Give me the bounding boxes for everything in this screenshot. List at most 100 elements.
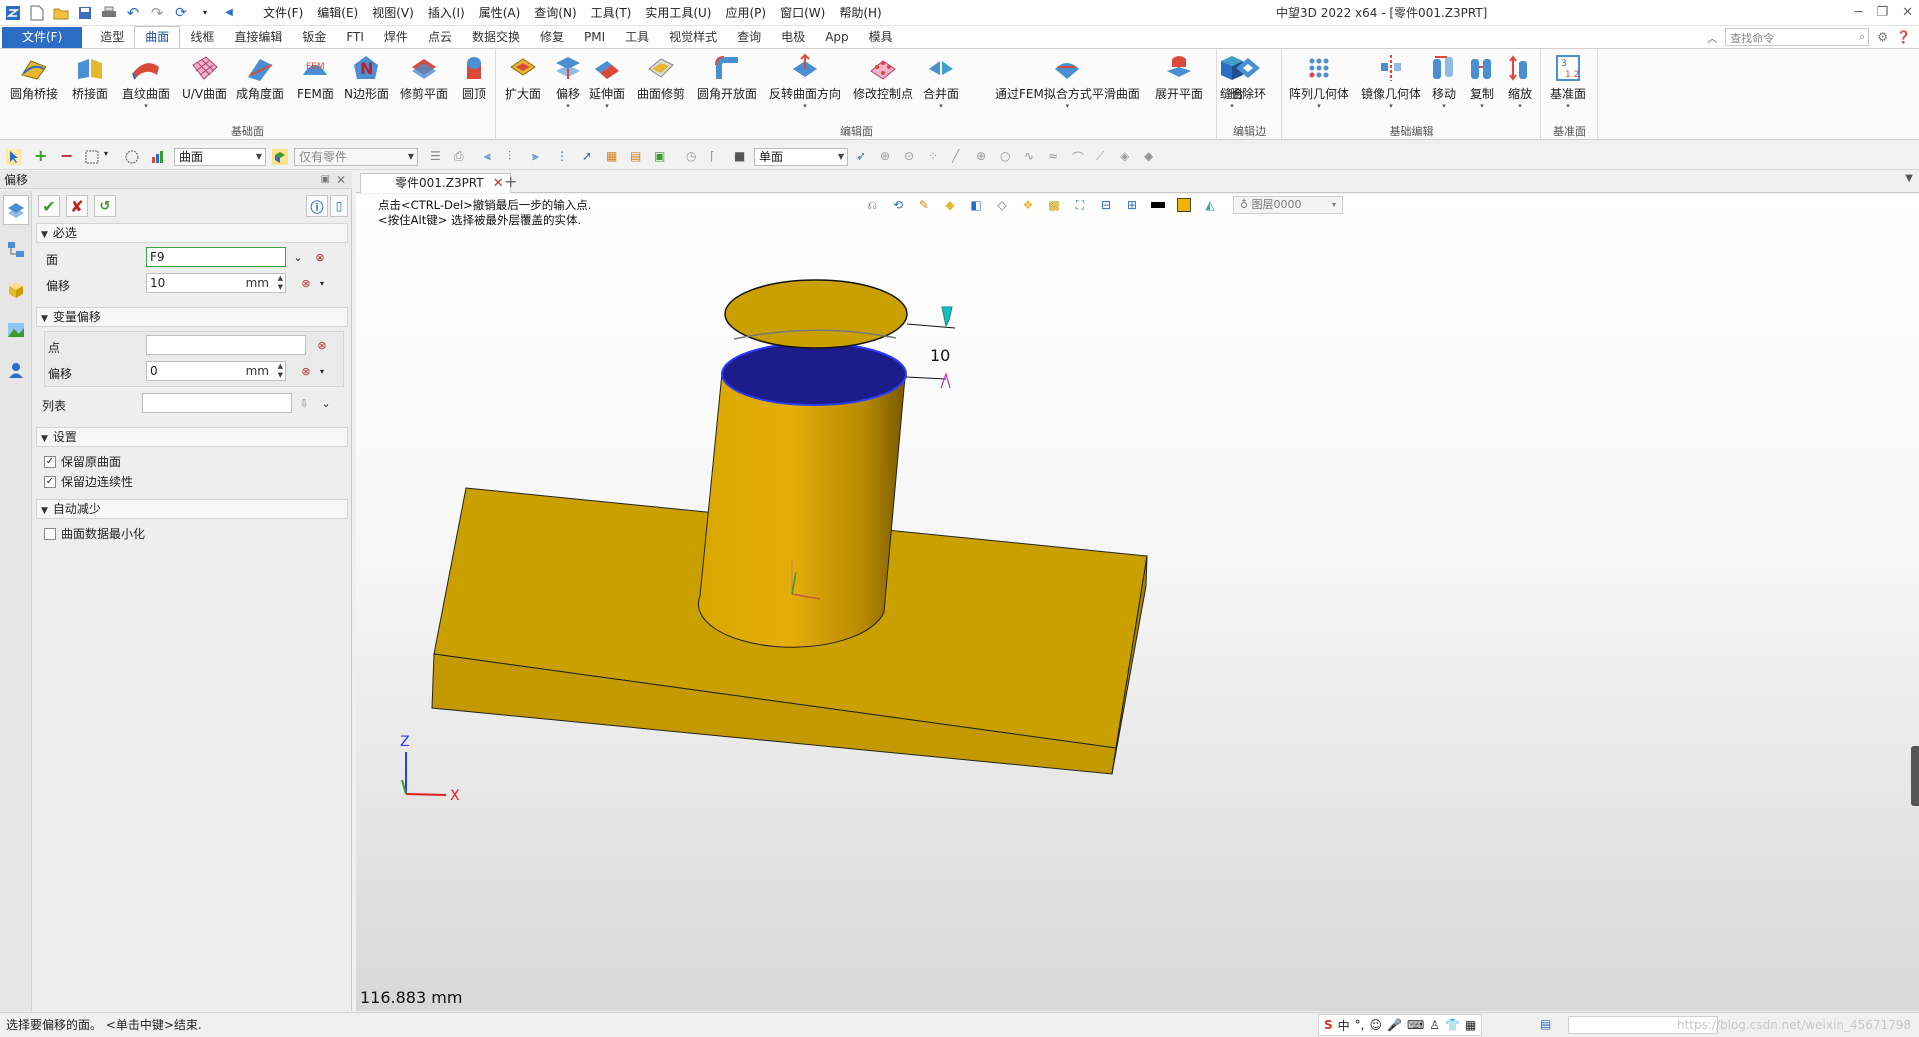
tab-tools[interactable]: 工具 — [615, 27, 659, 48]
tab-pmi[interactable]: PMI — [574, 27, 615, 48]
table-icon[interactable]: ▦ — [606, 149, 622, 165]
tab-visual-style[interactable]: 视觉样式 — [659, 27, 727, 48]
tab-sheet-metal[interactable]: 钣金 — [292, 27, 336, 48]
sogou-logo-icon[interactable]: S — [1324, 1018, 1333, 1032]
distribute-icon[interactable]: ⋮ — [556, 149, 572, 165]
move-button[interactable]: 移动 ▾ — [1429, 53, 1459, 110]
menu-edit[interactable]: 编辑(E) — [310, 0, 365, 26]
menu-view[interactable]: 视图(V) — [365, 0, 421, 26]
point-cloud-icon[interactable]: ⁘ — [928, 149, 944, 165]
offset-options-dropdown-icon[interactable]: ▾ — [314, 275, 330, 291]
panel-close-icon[interactable]: ✕ — [336, 171, 346, 189]
trim-surface-button[interactable]: 曲面修剪 — [637, 53, 685, 102]
close-window-icon[interactable]: ✕ — [1902, 0, 1913, 26]
diagonal-icon[interactable]: ⟋ — [1096, 149, 1112, 165]
new-file-icon[interactable] — [28, 4, 46, 22]
spline-icon[interactable]: ∿ — [1024, 149, 1040, 165]
tab-electrode[interactable]: 电极 — [771, 27, 815, 48]
grid-menu-icon[interactable]: ▦ — [1465, 1018, 1476, 1032]
cursor-icon[interactable]: ➶ — [856, 149, 872, 165]
line-icon[interactable]: ╱ — [952, 149, 968, 165]
face-input[interactable]: F9 — [146, 247, 286, 267]
3d-viewport[interactable]: 点击<CTRL-Del>撤销最后一步的输入点. <按住Alt键> 选择被最外层覆… — [356, 194, 1919, 1011]
new-tab-icon[interactable]: + — [504, 172, 517, 191]
keyboard-icon[interactable]: ⌨ — [1407, 1018, 1424, 1032]
scale-dropdown-icon[interactable]: ▾ — [1518, 102, 1522, 110]
bridge-surface-button[interactable]: 桥接面 — [72, 53, 108, 102]
tab-weldment[interactable]: 焊件 — [374, 27, 418, 48]
align-center-icon[interactable]: ⫶ — [508, 149, 524, 165]
fillet-open-surface-button[interactable]: 圆角开放面 — [697, 53, 757, 102]
menu-utilities[interactable]: 实用工具(U) — [638, 0, 718, 26]
section-settings[interactable]: ▼ 设置 — [36, 427, 348, 447]
circle-center-icon[interactable]: ⊕ — [976, 149, 992, 165]
list-input[interactable] — [142, 393, 292, 413]
stop-icon[interactable]: ■ — [734, 149, 750, 165]
fillet-bridge-button[interactable]: 圆角桥接 — [10, 53, 58, 102]
tab-surface[interactable]: 曲面 — [134, 26, 181, 48]
tab-inquire[interactable]: 查询 — [727, 27, 771, 48]
shirt-icon[interactable]: 👕 — [1445, 1018, 1460, 1032]
pin-icon[interactable]: ▣ — [321, 171, 330, 189]
tab-mold[interactable]: 模具 — [859, 27, 903, 48]
arc-icon[interactable]: ⌒ — [1072, 149, 1088, 165]
variable-offset-spinner-icon[interactable]: ▲ ▼ — [278, 362, 283, 380]
extend-face-dropdown-icon[interactable]: ▾ — [605, 102, 609, 110]
microphone-icon[interactable]: 🎤 — [1387, 1018, 1402, 1032]
section-variable-offset[interactable]: ▼ 变量偏移 — [36, 307, 348, 327]
bracket-icon[interactable]: ⌈ — [710, 149, 726, 165]
align-left-icon[interactable]: ⫷ — [484, 149, 500, 165]
ruled-surface-button[interactable]: 直纹曲面 ▾ — [122, 53, 170, 110]
ruled-surface-dropdown-icon[interactable]: ▾ — [144, 102, 148, 110]
section-required[interactable]: ▼ 必选 — [36, 223, 348, 243]
box-select-icon[interactable] — [84, 149, 100, 165]
angled-surface-button[interactable]: 成角度面 — [236, 53, 284, 102]
offset-input[interactable]: 10 mm ▲ ▼ — [146, 273, 286, 293]
menu-window[interactable]: 窗口(W) — [773, 0, 832, 26]
pick-arrow-icon[interactable] — [6, 149, 22, 165]
menu-attribute[interactable]: 属性(A) — [472, 0, 528, 26]
minimize-icon[interactable]: ─ — [1855, 0, 1863, 26]
section-auto-reduce[interactable]: ▼ 自动减少 — [36, 499, 348, 519]
expand-double-chevron-icon[interactable]: ⌄ — [290, 249, 306, 265]
mirror-geometry-button[interactable]: 镜像几何体 ▾ — [1361, 53, 1421, 110]
ok-button[interactable]: ✔ — [38, 195, 60, 217]
minimize-surface-data-checkbox[interactable]: 曲面数据最小化 — [44, 525, 145, 542]
merge-surfaces-button[interactable]: 合并面 ▾ — [923, 53, 959, 110]
user-skin-icon[interactable]: ♙ — [1429, 1018, 1440, 1032]
help-doc-button[interactable]: ▯ — [330, 195, 348, 217]
extend-face-button[interactable]: 延伸面 ▾ — [589, 53, 625, 110]
restore-icon[interactable]: ❐ — [1876, 0, 1888, 26]
tab-modeling[interactable]: 造型 — [90, 27, 134, 48]
remove-icon[interactable]: − — [60, 148, 76, 165]
document-tab-part[interactable]: 零件001.Z3PRT ✕ — [360, 173, 511, 193]
tab-data-exchange[interactable]: 数据交换 — [462, 27, 530, 48]
regen-icon[interactable]: ⟳ — [172, 4, 190, 22]
point-input[interactable] — [146, 335, 306, 355]
import-icon[interactable]: ⇩ — [296, 395, 312, 411]
print-icon[interactable] — [100, 4, 118, 22]
cylinder-body[interactable] — [697, 372, 906, 648]
open-folder-icon[interactable] — [52, 4, 70, 22]
filter-list-icon[interactable]: ☰ — [430, 149, 446, 165]
target-icon[interactable]: ⊙ — [904, 149, 920, 165]
folder-icon[interactable]: ▤ — [630, 149, 646, 165]
menu-insert[interactable]: 插入(I) — [421, 0, 472, 26]
uv-surface-button[interactable]: U/V曲面 — [182, 53, 227, 102]
tab-direct-edit[interactable]: 直接编辑 — [224, 27, 292, 48]
reverse-surface-direction-button[interactable]: 反转曲面方向 ▾ — [769, 53, 841, 110]
image-icon[interactable]: ▣ — [654, 149, 670, 165]
variable-offset-input[interactable]: 0 mm ▲ ▼ — [146, 361, 286, 381]
list-expand-icon[interactable]: ⌄ — [318, 395, 334, 411]
variable-offset-dropdown-icon[interactable]: ▾ — [314, 363, 330, 379]
tab-list-icon[interactable]: ▼ — [1905, 173, 1913, 184]
curve-icon[interactable]: ≈ — [1048, 149, 1064, 165]
menu-inquire[interactable]: 查询(N) — [527, 0, 583, 26]
pointer-icon[interactable]: ➚ — [582, 149, 598, 165]
side-tab-user[interactable] — [3, 355, 29, 385]
tab-fti[interactable]: FTI — [336, 27, 374, 48]
offset-pick-icon[interactable]: ⊗ — [298, 275, 314, 291]
filter-icon[interactable] — [150, 149, 166, 165]
filter-select[interactable]: 曲面 ▼ — [174, 148, 266, 166]
pick-point-icon[interactable]: ⊗ — [312, 249, 328, 265]
